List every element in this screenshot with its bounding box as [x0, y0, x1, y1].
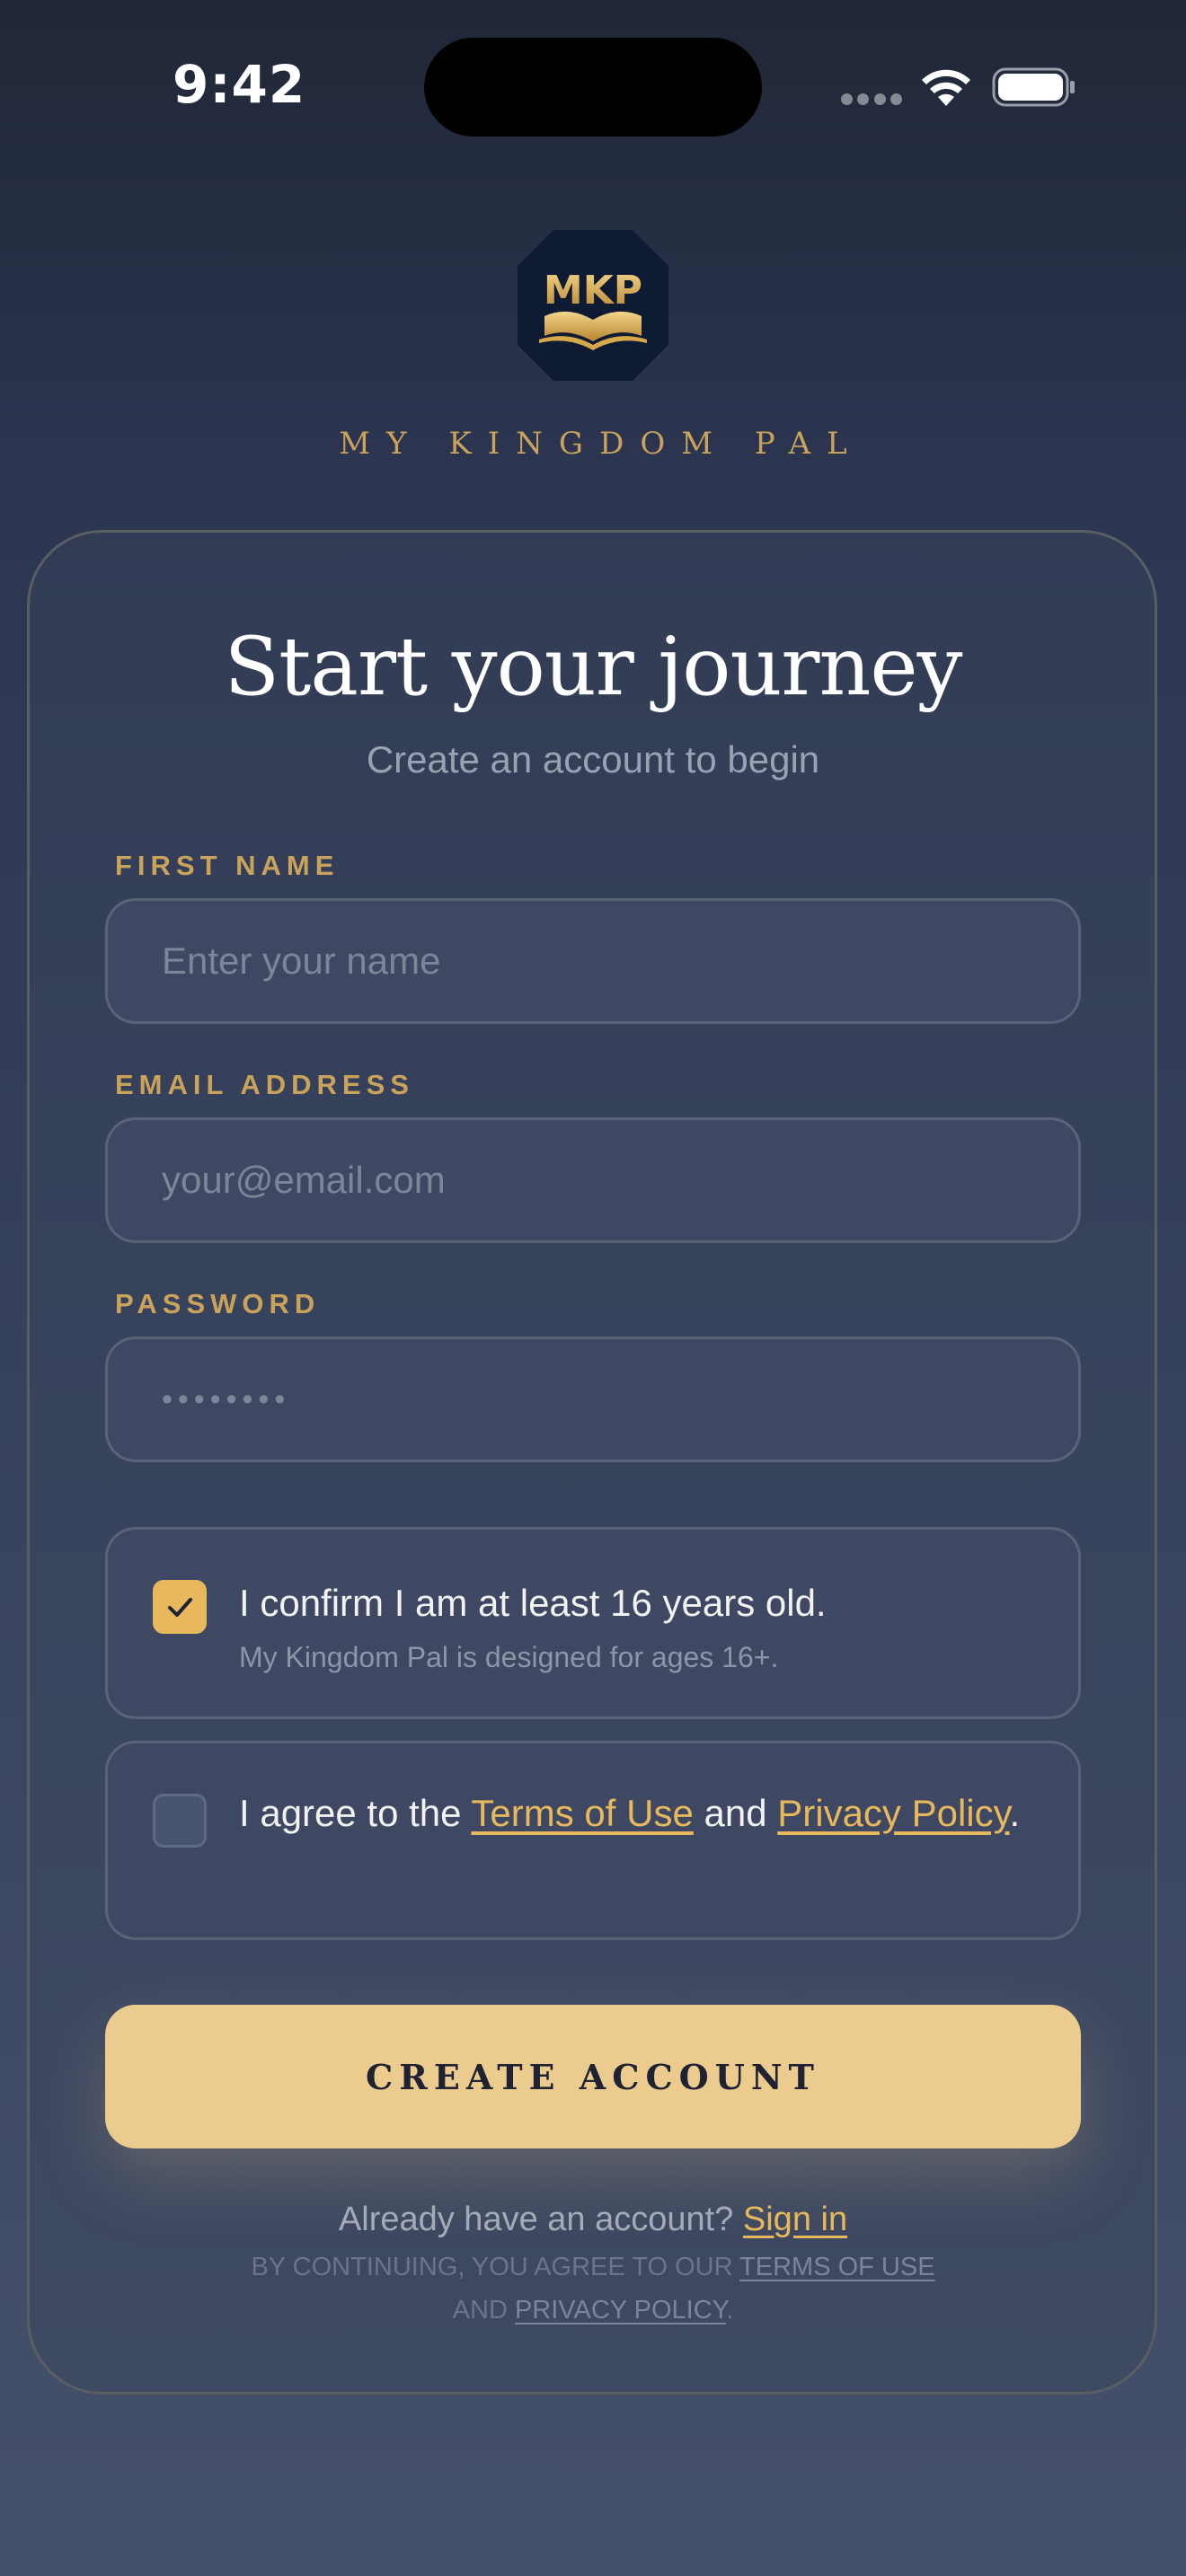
- password-input[interactable]: [105, 1337, 1081, 1462]
- terms-agree-prefix: I agree to the: [239, 1792, 472, 1834]
- battery-icon: [992, 67, 1075, 107]
- legal-privacy-link[interactable]: PRIVACY POLICY: [515, 2296, 726, 2325]
- privacy-policy-link[interactable]: Privacy Policy: [777, 1792, 1009, 1834]
- first-name-input[interactable]: [105, 898, 1081, 1024]
- age-confirm-subtext: My Kingdom Pal is designed for ages 16+.: [239, 1641, 779, 1673]
- signin-row: Already have an account? Sign in: [0, 2201, 1186, 2239]
- terms-of-use-link[interactable]: Terms of Use: [471, 1792, 693, 1834]
- terms-agree-text: I agree to the Terms of Use and Privacy …: [239, 1786, 1030, 1840]
- terms-agree-box[interactable]: I agree to the Terms of Use and Privacy …: [105, 1741, 1081, 1940]
- legal-and: AND: [452, 2296, 515, 2325]
- logo-text: MKP: [544, 268, 642, 313]
- email-input[interactable]: [105, 1117, 1081, 1243]
- password-label: PASSWORD: [115, 1288, 321, 1319]
- dynamic-island: [424, 38, 762, 137]
- wifi-icon: [922, 69, 970, 106]
- email-label: EMAIL ADDRESS: [115, 1069, 414, 1100]
- legal-text: BY CONTINUING, YOU AGREE TO OUR TERMS OF…: [0, 2245, 1186, 2332]
- page-subtitle: Create an account to begin: [366, 738, 820, 781]
- sign-in-link[interactable]: Sign in: [743, 2201, 847, 2238]
- legal-prefix: BY CONTINUING, YOU AGREE TO OUR: [251, 2253, 740, 2281]
- legal-terms-link[interactable]: TERMS OF USE: [739, 2253, 935, 2281]
- terms-agree-checkbox[interactable]: [153, 1794, 207, 1848]
- age-confirm-text: I confirm I am at least 16 years old.: [239, 1582, 827, 1624]
- create-account-button[interactable]: CREATE ACCOUNT: [105, 2005, 1081, 2148]
- terms-agree-middle: and: [693, 1792, 778, 1834]
- brand-name: MY KINGDOM PAL: [339, 426, 863, 462]
- age-confirm-checkbox[interactable]: [153, 1580, 207, 1634]
- signin-prompt: Already have an account?: [338, 2201, 743, 2238]
- checkmark-icon: [168, 1598, 192, 1617]
- page-title: Start your journey: [224, 620, 962, 714]
- age-confirm-box[interactable]: I confirm I am at least 16 years old. My…: [105, 1527, 1081, 1719]
- status-time: 9:42: [173, 54, 306, 115]
- legal-suffix: .: [726, 2296, 734, 2325]
- first-name-label: FIRST NAME: [115, 850, 340, 881]
- cellular-signal-icon: [841, 93, 902, 106]
- terms-agree-suffix: .: [1009, 1792, 1021, 1834]
- status-bar: 9:42: [0, 0, 1186, 180]
- app-logo-icon: MKP: [518, 230, 668, 381]
